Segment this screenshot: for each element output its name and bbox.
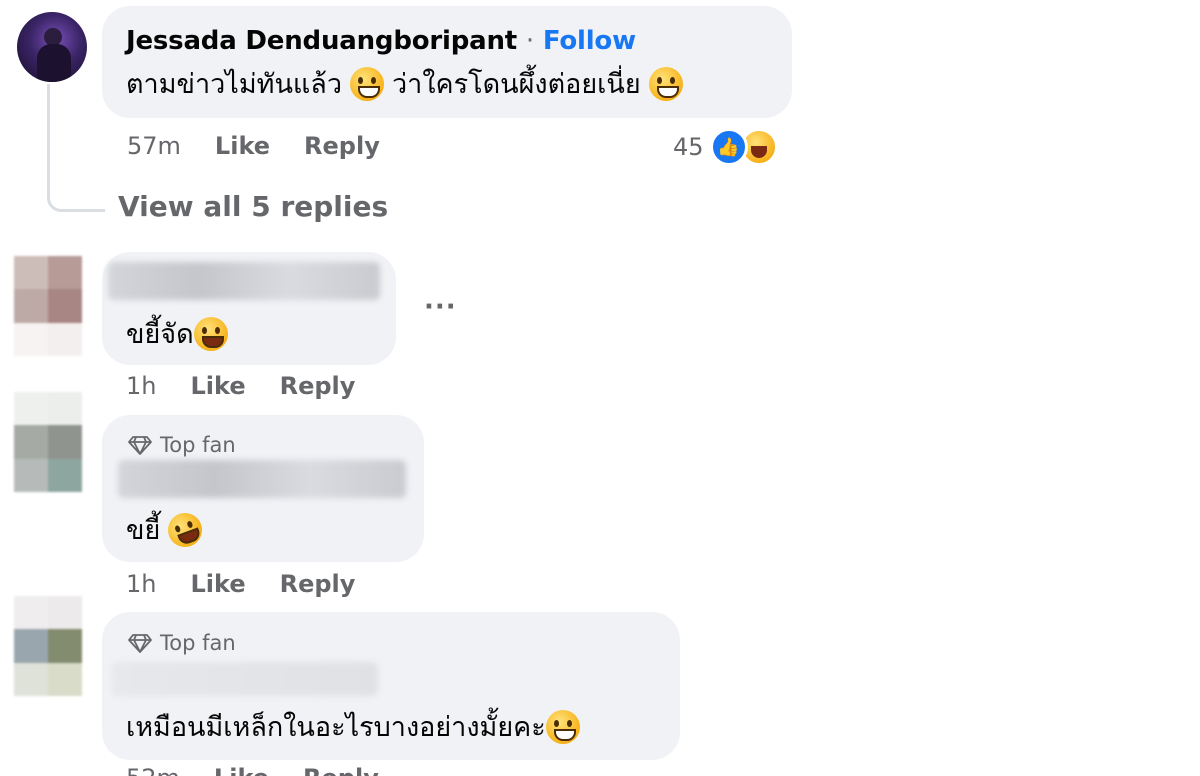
like-button[interactable]: Like — [215, 132, 270, 160]
like-button[interactable]: Like — [214, 764, 269, 776]
top-fan-label: Top fan — [160, 631, 236, 655]
comment-text-body: เหมือนมีเหล็กในอะไรบางอย่างมั้ยคะ — [126, 712, 546, 743]
grin-emoji-icon — [648, 66, 683, 101]
comment-actions: 57m Like Reply — [127, 132, 380, 160]
top-fan-badge: Top fan — [128, 433, 236, 457]
comment-time[interactable]: 1h — [126, 570, 156, 598]
comment-time[interactable]: 52m — [126, 764, 180, 776]
avatar-figure-body — [37, 44, 71, 82]
joy-emoji-icon — [193, 316, 228, 351]
avatar[interactable] — [14, 596, 82, 696]
reply-button[interactable]: Reply — [304, 132, 380, 160]
like-reaction-icon: 👍 — [709, 128, 748, 166]
comment-actions: 1h Like Reply — [126, 570, 355, 598]
blurred-author-name — [112, 662, 378, 696]
separator-dot: · — [525, 26, 534, 56]
reaction-summary[interactable]: 45 👍 — [673, 128, 778, 166]
comment-text: ขยี้ — [126, 507, 208, 552]
comment-actions: 52m Like Reply — [126, 764, 379, 776]
reaction-count: 45 — [673, 133, 704, 161]
top-fan-label: Top fan — [160, 433, 236, 457]
like-button[interactable]: Like — [190, 570, 245, 598]
reply-button[interactable]: Reply — [280, 372, 356, 400]
reply-button[interactable]: Reply — [280, 570, 356, 598]
avatar[interactable] — [14, 392, 82, 492]
comment-text-body: ขยี้ — [126, 515, 161, 546]
comment-author-name[interactable]: Jessada Denduangboripant — [126, 26, 517, 56]
grin-emoji-icon — [545, 709, 580, 744]
blurred-author-name — [108, 262, 380, 300]
comment-actions: 1h Like Reply — [126, 372, 355, 400]
comment-text-part1: ตามข่าวไม่ทันแล้ว — [126, 69, 343, 100]
blurred-author-name — [118, 460, 406, 498]
reply-button[interactable]: Reply — [303, 764, 379, 776]
diamond-icon — [128, 634, 152, 653]
more-options-icon[interactable]: ··· — [424, 292, 457, 322]
avatar[interactable] — [14, 256, 82, 356]
comment-time[interactable]: 57m — [127, 132, 181, 160]
comment-text-part2: ว่าใครโดนผึ้งต่อยเนี่ย — [392, 69, 641, 100]
follow-button[interactable]: Follow — [543, 26, 636, 56]
comment-time[interactable]: 1h — [126, 372, 156, 400]
sweat-smile-emoji-icon — [350, 66, 385, 101]
rofl-emoji-icon — [163, 507, 208, 552]
comment-author-row: Jessada Denduangboripant · Follow — [126, 26, 636, 56]
diamond-icon — [128, 436, 152, 455]
top-fan-badge: Top fan — [128, 631, 236, 655]
author-avatar[interactable] — [17, 12, 87, 82]
comment-text: เหมือนมีเหล็กในอะไรบางอย่างมั้ยคะ — [126, 705, 580, 748]
comment-text: ตามข่าวไม่ทันแล้ว ว่าใครโดนผึ้งต่อยเนี่ย — [126, 62, 683, 105]
view-all-replies-link[interactable]: View all 5 replies — [118, 190, 388, 223]
like-button[interactable]: Like — [190, 372, 245, 400]
thread-connector-line — [47, 84, 105, 212]
comment-text-body: ขยี้จัด — [126, 319, 194, 350]
comment-text: ขยี้จัด — [126, 312, 228, 355]
